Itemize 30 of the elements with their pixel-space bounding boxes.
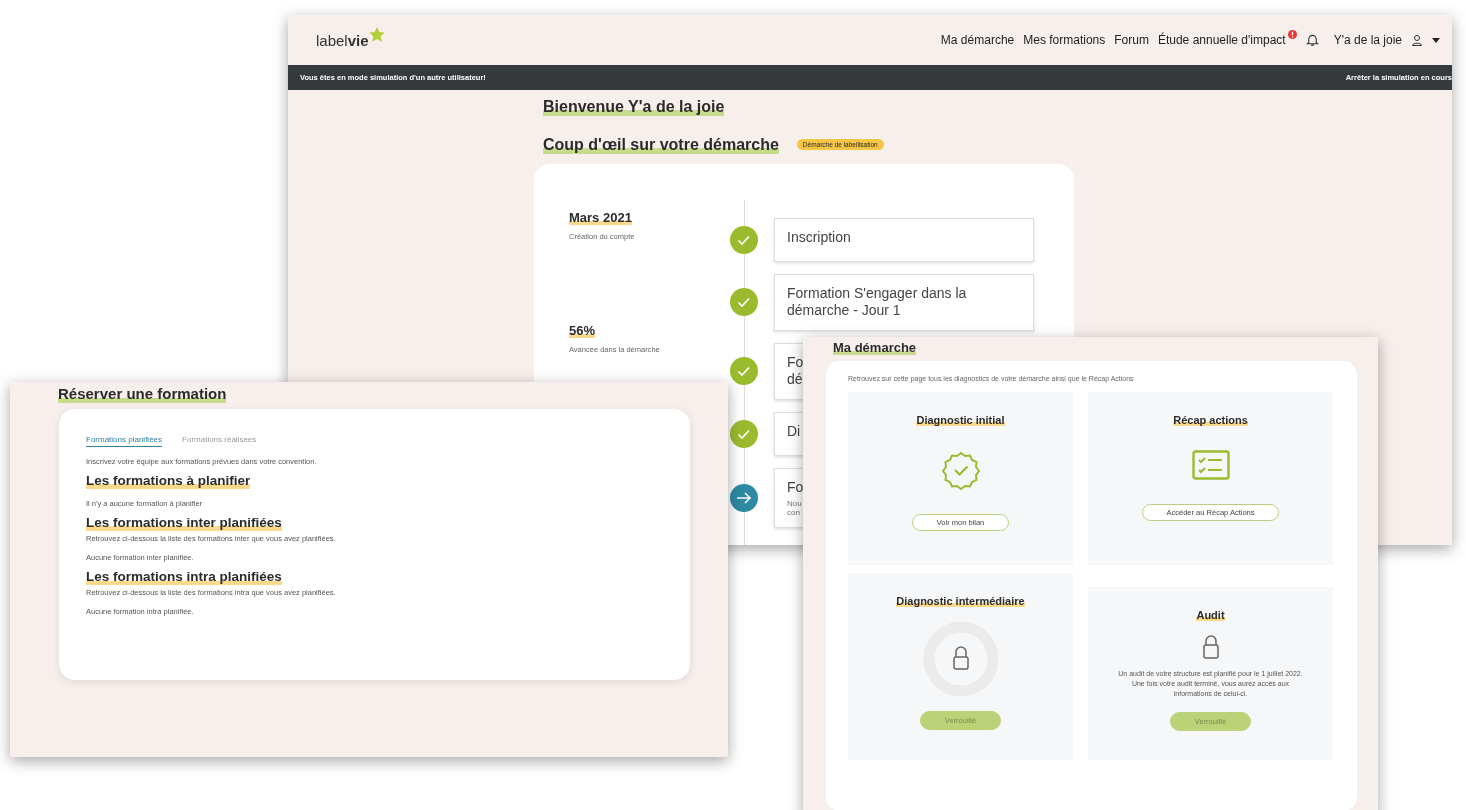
step-title: Formation S'engager dans la démarche - Jour 1	[787, 284, 968, 320]
tile-title: Diagnostic initial	[916, 414, 1005, 427]
nav-link[interactable]: Mes formations	[1023, 33, 1106, 47]
nav-link[interactable]: Étude annuelle d'impact	[1157, 33, 1297, 47]
section-title: Coup d'œil sur votre démarche	[543, 136, 779, 154]
user-menu[interactable]: Y'a de la joie	[1333, 33, 1402, 47]
section-heading: Les formations à planifier	[86, 474, 251, 489]
page-title: Ma démarche	[833, 341, 917, 356]
nav-link[interactable]: Ma démarche	[940, 33, 1015, 47]
section-heading: Les formations intra planifiées	[86, 569, 282, 585]
tile-title: Audit	[1196, 609, 1225, 622]
page-title: Bienvenue Y'a de la joie	[543, 98, 725, 116]
step-title: Inscription	[787, 228, 851, 247]
tab[interactable]: Formations planifiées	[86, 435, 163, 447]
stat-value: 56%	[569, 323, 596, 338]
step-title: Di	[787, 422, 801, 441]
step-title: Fo dé	[787, 353, 804, 389]
step-note: Nou con	[787, 499, 802, 518]
stat-value: Mars 2021	[569, 210, 632, 225]
star-icon	[367, 25, 386, 44]
step-title: Fo	[787, 478, 804, 497]
bell-icon[interactable]	[1305, 33, 1319, 47]
caret-icon[interactable]	[1432, 37, 1440, 43]
section-heading: Les formations inter planifiées	[86, 515, 282, 531]
tile-title: Diagnostic intermédiaire	[896, 595, 1025, 608]
tile-title: Récap actions	[1173, 414, 1248, 427]
page-title: Réserver une formation	[58, 386, 227, 403]
logo[interactable]: labelvie	[316, 31, 386, 49]
user-icon[interactable]	[1411, 34, 1423, 46]
nav-link[interactable]: Forum	[1114, 33, 1149, 47]
